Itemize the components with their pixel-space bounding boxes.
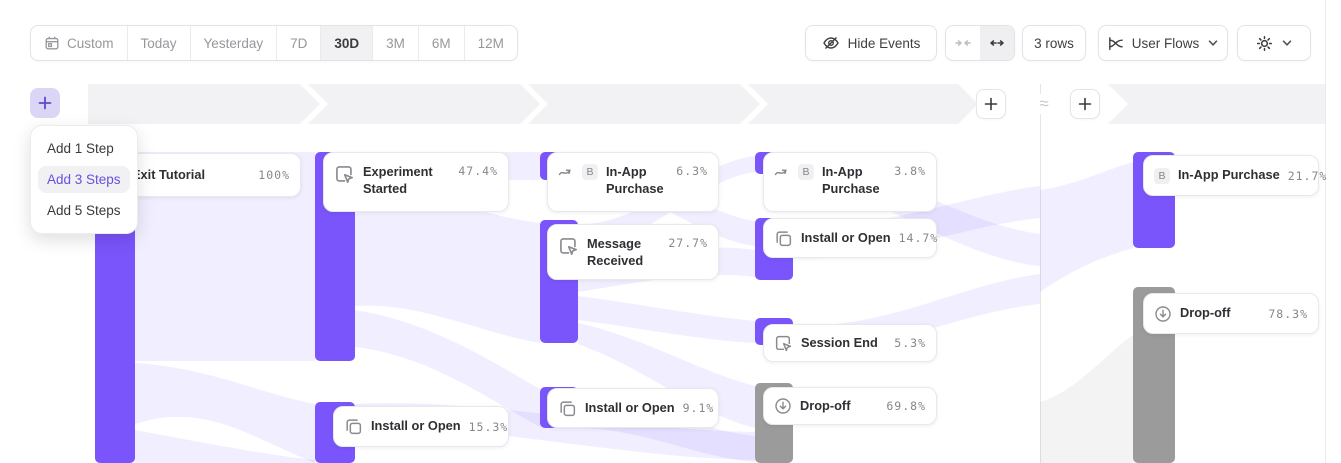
trend-arrow-icon [774, 164, 790, 180]
copy-icon [558, 399, 577, 418]
flow-node-message-received[interactable]: Message Received 27.7% [547, 224, 719, 280]
flow-node-exit-tutorial[interactable]: Exit Tutorial 100% [121, 153, 301, 197]
click-icon [334, 164, 355, 185]
menu-item-add-3-steps[interactable]: Add 3 Steps [38, 166, 130, 193]
flow-node-install-or-open-14[interactable]: Install or Open 14.7% [763, 218, 937, 258]
approx-gap-symbol: ≈ [1031, 94, 1057, 114]
flow-node-experiment-started[interactable]: Experiment Started 47.4% [323, 152, 509, 212]
user-flows-app: Custom Today Yesterday 7D 30D 3M 6M 12M … [0, 0, 1341, 463]
trend-arrow-icon [558, 164, 574, 180]
b-badge: B [798, 164, 814, 180]
right-edge-line [1325, 0, 1326, 463]
flow-node-install-or-open-15[interactable]: Install or Open 15.3% [333, 406, 509, 447]
click-icon [558, 236, 579, 257]
b-badge: B [582, 164, 598, 180]
click-icon [774, 334, 793, 353]
flow-node-in-app-purchase-3[interactable]: B In-App Purchase 3.8% [763, 152, 937, 212]
step-header-band [88, 84, 1325, 124]
copy-icon [344, 417, 363, 436]
flow-node-in-app-purchase-21[interactable]: B In-App Purchase 21.7% [1143, 155, 1319, 196]
flow-node-drop-off-69[interactable]: Drop-off 69.8% [763, 387, 937, 425]
flow-node-session-end[interactable]: Session End 5.3% [763, 324, 937, 362]
drop-off-icon [774, 397, 792, 415]
b-badge: B [1154, 168, 1170, 184]
add-step-menu: Add 1 Step Add 3 Steps Add 5 Steps [30, 125, 138, 234]
flow-node-drop-off-78[interactable]: Drop-off 78.3% [1143, 293, 1319, 334]
flow-node-install-or-open-9[interactable]: Install or Open 9.1% [547, 388, 719, 428]
menu-item-add-1-step[interactable]: Add 1 Step [38, 135, 130, 162]
drop-off-icon [1154, 305, 1172, 323]
copy-icon [774, 229, 793, 248]
flow-node-in-app-purchase-6[interactable]: B In-App Purchase 6.3% [547, 152, 719, 212]
menu-item-add-5-steps[interactable]: Add 5 Steps [38, 197, 130, 224]
